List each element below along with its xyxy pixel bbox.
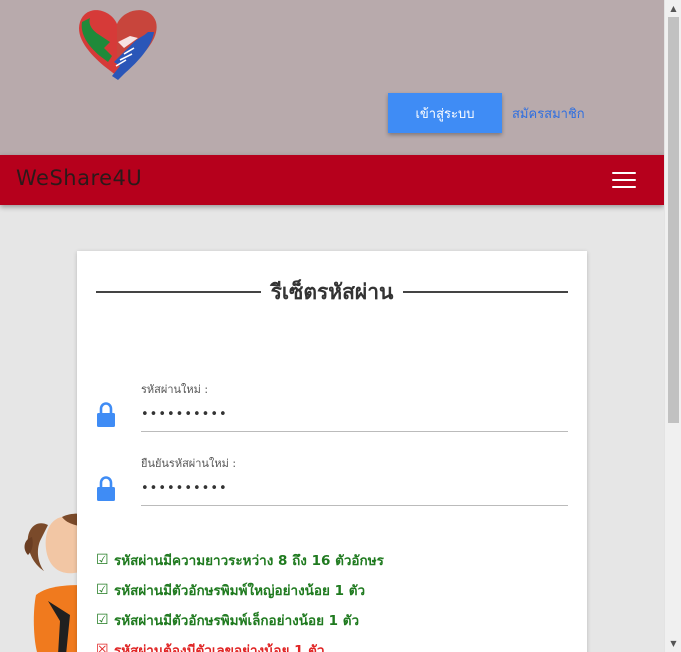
card-title: รีเซ็ตรหัสผ่าน	[270, 279, 394, 304]
rule-text: รหัสผ่านมีความยาวระหว่าง 8 ถึง 16 ตัวอัก…	[114, 553, 384, 569]
checkbox-checked-icon: ☑	[96, 552, 109, 568]
confirm-password-input[interactable]: ••••••••••	[141, 472, 568, 506]
page-viewport: เข้าสู่ระบบ สมัครสมาชิก WeShare4U รีเซ็ต…	[0, 0, 664, 652]
rule-text: รหัสผ่านมีตัวอักษรพิมพ์เล็กอย่างน้อย 1 ต…	[114, 613, 360, 629]
rule-text: รหัสผ่านต้องมีตัวเลขอย่างน้อย 1 ตัว	[114, 643, 325, 652]
rule-text: รหัสผ่านมีตัวอักษรพิมพ์ใหญ่อย่างน้อย 1 ต…	[114, 583, 366, 599]
new-password-label: รหัสผ่านใหม่ :	[141, 383, 209, 396]
scrollbar-thumb[interactable]	[668, 17, 679, 423]
brand-name[interactable]: WeShare4U	[16, 166, 142, 190]
navbar: WeShare4U	[0, 155, 664, 205]
register-link[interactable]: สมัครสมาชิก	[512, 103, 585, 124]
lock-icon	[97, 402, 115, 427]
checkbox-checked-icon: ☑	[96, 582, 109, 598]
password-rules: ☑ รหัสผ่านมีความยาวระหว่าง 8 ถึง 16 ตัวอ…	[96, 545, 568, 652]
scroll-up-arrow-icon[interactable]: ▲	[665, 0, 681, 17]
rule-lowercase: ☑ รหัสผ่านมีตัวอักษรพิมพ์เล็กอย่างน้อย 1…	[96, 605, 568, 635]
rule-uppercase: ☑ รหัสผ่านมีตัวอักษรพิมพ์ใหญ่อย่างน้อย 1…	[96, 575, 568, 605]
title-divider-left	[96, 291, 261, 293]
title-divider-right	[403, 291, 568, 293]
new-password-field-group: รหัสผ่านใหม่ : ••••••••••	[96, 380, 568, 444]
top-header: เข้าสู่ระบบ สมัครสมาชิก	[0, 0, 664, 155]
new-password-input[interactable]: ••••••••••	[141, 398, 568, 432]
checkbox-crossed-icon: ☒	[96, 642, 109, 652]
login-button[interactable]: เข้าสู่ระบบ	[388, 93, 502, 133]
checkbox-checked-icon: ☑	[96, 612, 109, 628]
confirm-password-field-group: ยืนยันรหัสผ่านใหม่ : ••••••••••	[96, 454, 568, 518]
rule-length: ☑ รหัสผ่านมีความยาวระหว่าง 8 ถึง 16 ตัวอ…	[96, 545, 568, 575]
scroll-down-arrow-icon[interactable]: ▼	[665, 635, 681, 652]
vertical-scrollbar[interactable]: ▲ ▼	[664, 0, 681, 652]
rule-digit: ☒ รหัสผ่านต้องมีตัวเลขอย่างน้อย 1 ตัว	[96, 635, 568, 652]
lock-icon	[97, 476, 115, 501]
confirm-password-label: ยืนยันรหัสผ่านใหม่ :	[141, 457, 237, 470]
reset-password-card: รีเซ็ตรหัสผ่าน รหัสผ่านใหม่ : ••••••••••…	[77, 251, 587, 652]
hamburger-menu-icon[interactable]	[612, 170, 636, 190]
card-title-row: รีเซ็ตรหัสผ่าน	[96, 275, 568, 309]
heart-hands-logo[interactable]	[74, 2, 160, 82]
